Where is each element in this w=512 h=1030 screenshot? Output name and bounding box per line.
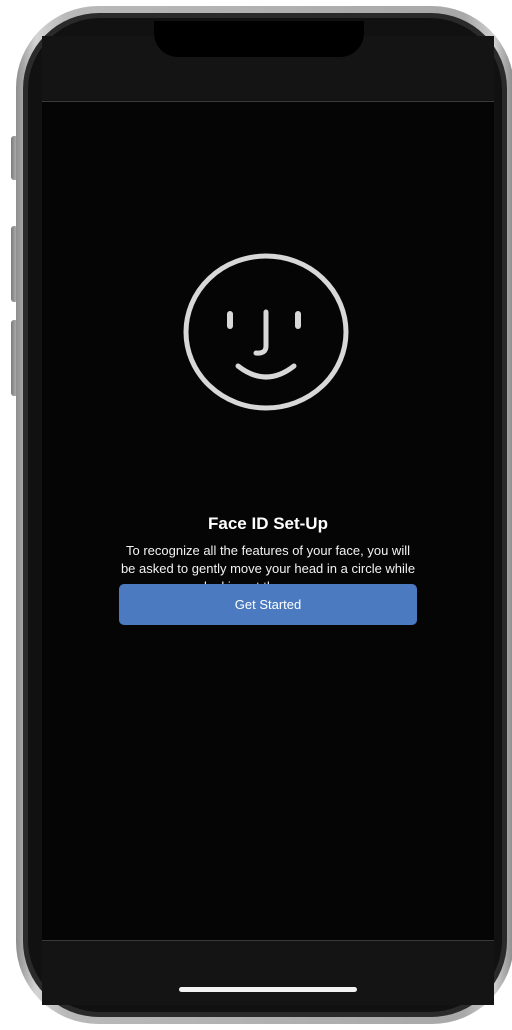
get-started-button[interactable]: Get Started xyxy=(119,584,417,625)
home-indicator[interactable] xyxy=(179,987,357,992)
mouth xyxy=(235,363,297,380)
notch xyxy=(154,21,364,57)
page-title: Face ID Set-Up xyxy=(208,514,328,533)
nose xyxy=(253,309,269,356)
instruction-text: To recognize all the features of your fa… xyxy=(120,543,416,586)
face-id-icon xyxy=(183,253,349,411)
device-mockup: Face ID Set-Up To recognize all the feat… xyxy=(0,0,512,1030)
bottom-safe-area xyxy=(42,941,494,1005)
